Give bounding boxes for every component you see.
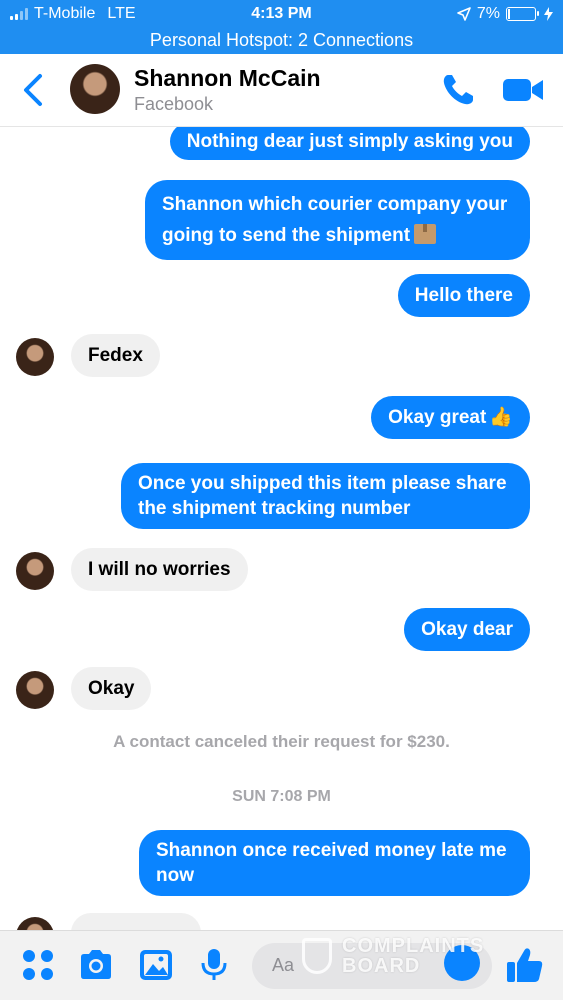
date-separator: SUN 7:08 PM (232, 788, 331, 805)
message-text: Okay (88, 678, 135, 699)
contact-source: Facebook (134, 94, 214, 114)
message-bubble-outgoing[interactable]: Hello there (397, 274, 530, 317)
message-list[interactable]: Nothing dear just simply asking you Shan… (0, 127, 563, 930)
battery-fill (508, 9, 510, 19)
message-text: Shannon which courier company your going… (162, 194, 508, 246)
message-bubble-outgoing[interactable]: Shannon which courier company your going… (145, 180, 530, 260)
contact-avatar-small[interactable] (16, 338, 54, 376)
message-bubble-outgoing[interactable]: Once you shipped this item please share … (121, 463, 530, 529)
message-input-placeholder: Aa (272, 955, 295, 975)
message-bubble-incoming-partial[interactable] (71, 913, 201, 930)
message-bubble-outgoing[interactable]: Okay great 👍 (371, 396, 530, 439)
message-bubble-incoming[interactable]: I will no worries (71, 548, 248, 591)
chat-header: Shannon McCain Facebook (0, 54, 563, 127)
thumbs-up-emoji-icon: 👍 (489, 407, 513, 428)
contact-avatar[interactable] (70, 64, 120, 114)
video-camera-icon[interactable] (502, 76, 544, 104)
message-text: Once you shipped this item please share … (138, 473, 507, 519)
camera-icon[interactable] (78, 947, 114, 983)
location-arrow-icon (457, 7, 471, 21)
like-thumb-icon[interactable] (505, 945, 545, 985)
message-text: Okay great (388, 407, 487, 428)
message-text: Nothing dear just simply asking you (186, 131, 513, 152)
message-bubble-incoming[interactable]: Okay (71, 667, 152, 710)
message-bubble-outgoing[interactable]: Shannon once received money late me now (139, 830, 530, 896)
contact-name[interactable]: Shannon McCain (134, 65, 321, 92)
message-bubble-incoming[interactable]: Fedex (71, 334, 160, 377)
message-bubble-outgoing[interactable]: Nothing dear just simply asking you (169, 127, 530, 160)
message-text: Hello there (414, 285, 513, 306)
apps-grid-icon[interactable] (20, 947, 56, 983)
message-text: Shannon once received money late me now (156, 840, 507, 886)
watermark-text: COMPLAINTS BOARD (342, 936, 484, 976)
battery-icon (506, 7, 539, 21)
phone-icon[interactable] (440, 72, 476, 108)
system-notice: A contact canceled their request for $23… (113, 732, 450, 751)
contact-avatar-small[interactable] (16, 917, 54, 930)
message-bubble-outgoing[interactable]: Okay dear (404, 608, 530, 651)
microphone-icon[interactable] (196, 947, 232, 983)
battery-percent: 7% (476, 5, 500, 22)
status-right: 7% (457, 5, 553, 23)
watermark-line-2: BOARD (342, 955, 421, 977)
message-text: Okay dear (421, 619, 513, 640)
gallery-icon[interactable] (138, 947, 174, 983)
status-bar: T-Mobile LTE 4:13 PM 7% (0, 0, 563, 27)
watermark-line-1: COMPLAINTS (342, 935, 485, 957)
package-emoji-icon (414, 224, 437, 244)
back-chevron-icon[interactable] (20, 72, 48, 108)
contact-avatar-small[interactable] (16, 671, 54, 709)
message-text: Fedex (88, 345, 143, 366)
charging-icon (544, 7, 553, 21)
message-text: I will no worries (88, 559, 231, 580)
contact-avatar-small[interactable] (16, 552, 54, 590)
hotspot-banner[interactable]: Personal Hotspot: 2 Connections (0, 27, 563, 54)
shield-icon (302, 938, 332, 974)
